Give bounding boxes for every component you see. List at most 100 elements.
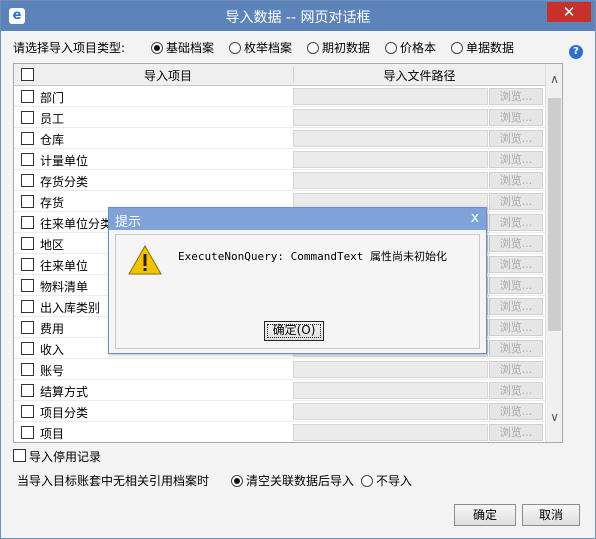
row-item-name: 计量单位 (40, 154, 89, 168)
browse-button[interactable]: 浏览... (489, 88, 543, 105)
alert-message: ExecuteNonQuery: CommandText 属性尚未初始化 (178, 250, 448, 263)
file-path-input[interactable] (293, 109, 488, 126)
warning-icon (128, 245, 162, 275)
import-type-label: 请选择导入项目类型: (13, 41, 126, 55)
alert-title: 提示 (115, 215, 142, 230)
no-reference-options: 当导入目标账套中无相关引用档案时 清空关联数据后导入 不导入 (17, 472, 577, 490)
radio-circle[interactable] (231, 475, 243, 487)
row-checkbox[interactable] (21, 111, 34, 124)
table-row: 存货分类 浏览... (14, 170, 545, 191)
file-path-input[interactable] (293, 424, 488, 441)
row-checkbox[interactable] (21, 132, 34, 145)
row-item-name: 部门 (40, 91, 65, 105)
row-item-name: 仓库 (40, 133, 65, 147)
row-item-name: 结算方式 (40, 385, 89, 399)
row-checkbox[interactable] (21, 195, 34, 208)
browse-button[interactable]: 浏览... (489, 172, 543, 189)
table-row: 仓库 浏览... (14, 128, 545, 149)
table-row: 部门 浏览... (14, 86, 545, 107)
browse-button[interactable]: 浏览... (489, 277, 543, 294)
browse-button[interactable]: 浏览... (489, 193, 543, 210)
radio-enum-archive[interactable]: 枚举档案 (229, 39, 292, 57)
browse-button[interactable]: 浏览... (489, 382, 543, 399)
row-checkbox[interactable] (21, 300, 34, 313)
row-item-name: 存货分类 (40, 175, 89, 189)
row-item-name: 地区 (40, 238, 65, 252)
alert-title-bar: 提示 x (109, 208, 486, 230)
radio-circle[interactable] (361, 475, 373, 487)
row-item-name: 出入库类别 (40, 301, 101, 315)
file-path-input[interactable] (293, 382, 488, 399)
window-title: 导入数据 -- 网页对话框 (225, 10, 371, 26)
browse-button[interactable]: 浏览... (489, 256, 543, 273)
scroll-up-icon[interactable]: ∧ (546, 72, 562, 86)
browse-button[interactable]: 浏览... (489, 298, 543, 315)
ok-button[interactable]: 确定 (454, 504, 516, 526)
radio-circle[interactable] (385, 42, 397, 54)
row-checkbox[interactable] (21, 90, 34, 103)
browse-button[interactable]: 浏览... (489, 109, 543, 126)
import-disabled-checkbox[interactable] (13, 449, 26, 462)
row-checkbox[interactable] (21, 258, 34, 271)
file-path-input[interactable] (293, 172, 488, 189)
browse-button[interactable]: 浏览... (489, 130, 543, 147)
title-bar: e 导入数据 -- 网页对话框 ✕ (1, 1, 595, 31)
row-item-name: 收入 (40, 343, 65, 357)
browse-button[interactable]: 浏览... (489, 361, 543, 378)
browse-button[interactable]: 浏览... (489, 235, 543, 252)
alert-close-icon[interactable]: x (471, 210, 479, 226)
file-path-input[interactable] (293, 403, 488, 420)
radio-skip-import[interactable]: 不导入 (361, 472, 412, 490)
close-button[interactable]: ✕ (547, 2, 591, 22)
row-checkbox[interactable] (21, 279, 34, 292)
radio-document-data[interactable]: 单据数据 (451, 39, 514, 57)
row-checkbox[interactable] (21, 216, 34, 229)
file-path-input[interactable] (293, 88, 488, 105)
radio-price-book[interactable]: 价格本 (385, 39, 436, 57)
radio-basic-archive[interactable]: 基础档案 (151, 39, 214, 57)
browse-button[interactable]: 浏览... (489, 214, 543, 231)
row-checkbox[interactable] (21, 153, 34, 166)
alert-dialog: 提示 x ExecuteNonQuery: CommandText 属性尚未初始… (108, 207, 487, 354)
grid-header: 导入项目 导入文件路径 (14, 64, 545, 86)
row-item-name: 费用 (40, 322, 65, 336)
radio-circle[interactable] (151, 42, 163, 54)
col-header-path: 导入文件路径 (293, 67, 545, 83)
row-checkbox[interactable] (21, 405, 34, 418)
browse-button[interactable]: 浏览... (489, 424, 543, 441)
scroll-down-icon[interactable]: ∨ (546, 410, 562, 424)
table-row: 项目分类 浏览... (14, 401, 545, 422)
help-icon[interactable]: ? (569, 45, 583, 59)
file-path-input[interactable] (293, 151, 488, 168)
row-item-name: 账号 (40, 364, 65, 378)
radio-circle[interactable] (451, 42, 463, 54)
row-checkbox[interactable] (21, 174, 34, 187)
browse-button[interactable]: 浏览... (489, 151, 543, 168)
radio-clear-then-import[interactable]: 清空关联数据后导入 (231, 472, 354, 490)
scroll-thumb[interactable] (548, 98, 561, 331)
table-row: 员工 浏览... (14, 107, 545, 128)
row-checkbox[interactable] (21, 321, 34, 334)
grid-scrollbar[interactable]: ∧ ∨ (545, 64, 562, 442)
browse-button[interactable]: 浏览... (489, 403, 543, 420)
row-checkbox[interactable] (21, 363, 34, 376)
row-checkbox[interactable] (21, 384, 34, 397)
browse-button[interactable]: 浏览... (489, 340, 543, 357)
file-path-input[interactable] (293, 361, 488, 378)
select-all-checkbox[interactable] (21, 68, 34, 81)
cancel-button[interactable]: 取消 (522, 504, 580, 526)
row-item-name: 项目 (40, 427, 65, 441)
row-checkbox[interactable] (21, 426, 34, 439)
row-checkbox[interactable] (21, 342, 34, 355)
browse-button[interactable]: 浏览... (489, 319, 543, 336)
import-disabled-label: 导入停用记录 (29, 450, 102, 464)
alert-ok-button[interactable]: 确定(O) (264, 321, 324, 341)
col-header-item: 导入项目 (143, 69, 192, 83)
table-row: 结算方式 浏览... (14, 380, 545, 401)
radio-opening-data[interactable]: 期初数据 (307, 39, 370, 57)
radio-circle[interactable] (229, 42, 241, 54)
radio-circle[interactable] (307, 42, 319, 54)
table-row: 计量单位 浏览... (14, 149, 545, 170)
row-checkbox[interactable] (21, 237, 34, 250)
file-path-input[interactable] (293, 130, 488, 147)
